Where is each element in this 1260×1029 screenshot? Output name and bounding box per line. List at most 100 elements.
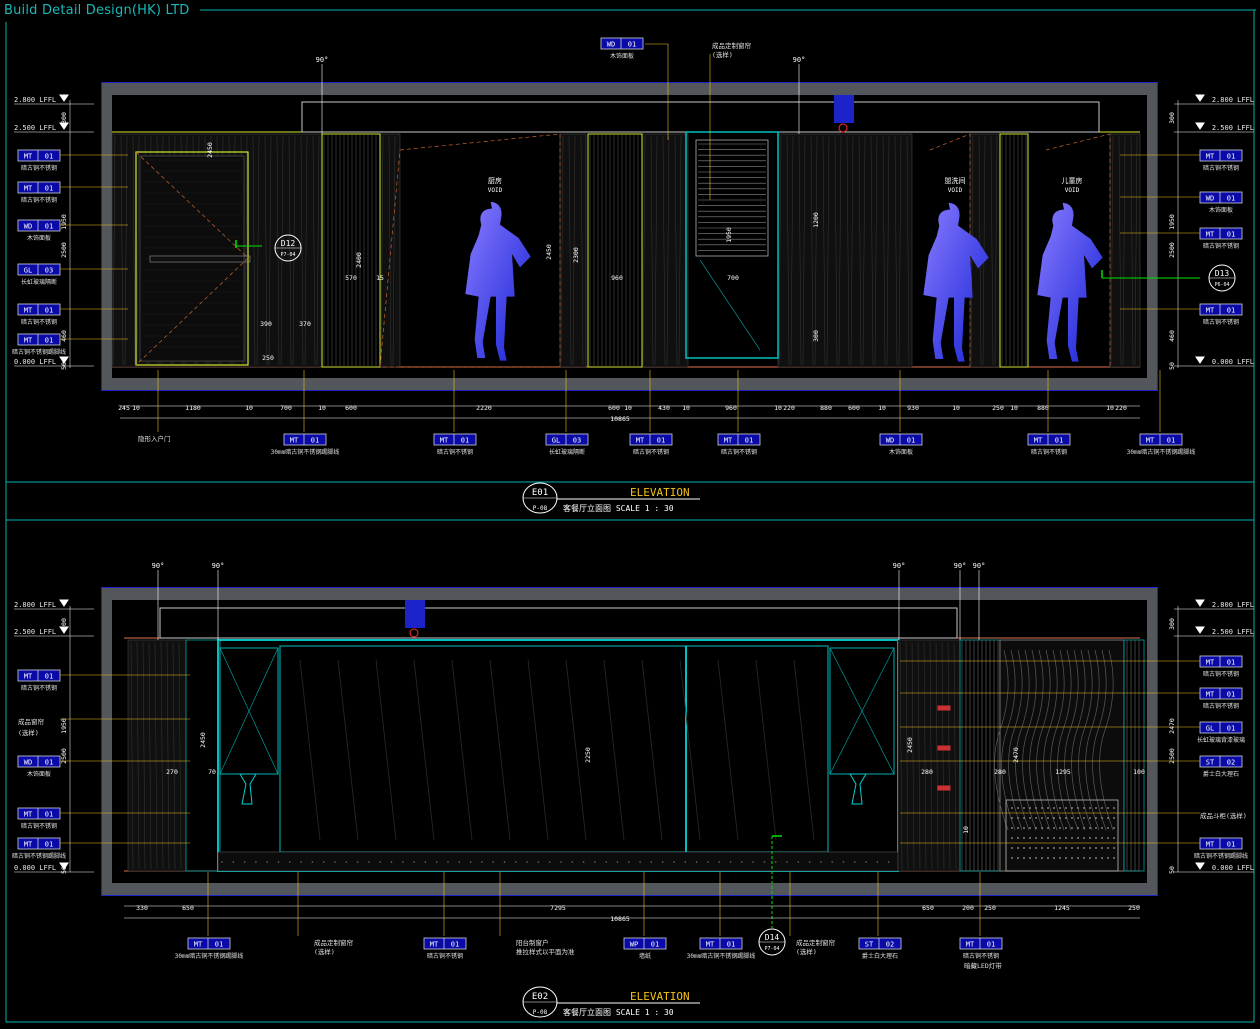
e2-cabinet-dot [1047, 827, 1049, 829]
tag-code: MT [1206, 231, 1215, 239]
level-triangle [1195, 94, 1205, 102]
e2-bottom-tag: 推拉样式以平面为准 [516, 947, 575, 956]
tag-number: 01 [907, 437, 915, 445]
e2-sill-dot [537, 861, 540, 863]
e2-cabinet-dot [1053, 827, 1055, 829]
e2-section-id: D14 [765, 933, 780, 942]
e1-interior-dim: 2300 [572, 247, 580, 263]
e2-cabinet-dot [1107, 837, 1109, 839]
e2-bottom-tag: (选样) [314, 947, 335, 956]
tag-code: MT [1206, 307, 1215, 315]
e2-cabinet-dot [1023, 837, 1025, 839]
e1-bottom-dim: 10 [1106, 404, 1114, 412]
e2-sill-dot [424, 861, 427, 863]
e2-sill-dot [243, 861, 246, 863]
tag-code: MT [706, 941, 715, 949]
tag-label: 墙纸 [639, 952, 651, 960]
e2-cabinet-dot [1023, 817, 1025, 819]
e2-sill-dot [820, 861, 822, 863]
e2-vdim-left: 1950 [60, 718, 68, 734]
e2-cabinet-dot [1095, 827, 1097, 829]
level-text: 2.800 LFFL [14, 96, 56, 104]
e2-vdim-right: 2470 [1168, 718, 1176, 734]
level-text: 2.500 LFFL [1212, 124, 1254, 132]
e1-tag-left: MT 01 暗古铜不锈钢 [17, 303, 61, 326]
tag-number: 01 [215, 941, 223, 949]
e2-cabinet-dot [1113, 827, 1115, 829]
e1-bottom-dim: 2220 [476, 404, 492, 412]
e2-cabinet-dot [1077, 847, 1079, 849]
e2-sill-dot [277, 861, 280, 863]
e2-section-ref: P7-04 [764, 946, 779, 952]
e2-cabinet-dot [1047, 837, 1049, 839]
tag-label: 暗古铜不锈钢 [1203, 242, 1239, 250]
e2-angle-text: 90° [954, 562, 967, 570]
e1-section-id: D12 [281, 239, 296, 248]
tag-number: 01 [657, 437, 665, 445]
e2-wood-panel [127, 639, 187, 872]
e2-sill-dot [797, 861, 800, 863]
level-marker: 0.000 LFFL [1174, 862, 1254, 873]
e1-interior-dim: 1200 [812, 212, 820, 228]
e1-room-name: 厨房 [488, 176, 502, 185]
tag-label: 暗古铜不锈钢踢脚线 [12, 852, 66, 860]
e2-subtitle: 客餐厅立面图 SCALE 1 : 30 [563, 1007, 674, 1017]
level-triangle [1195, 122, 1205, 130]
tag-number: 01 [1227, 725, 1235, 733]
e1-room-name: 盥洗间 [945, 176, 966, 185]
e2-sill-dot [582, 861, 585, 863]
tag-label: 暗古铜不锈钢 [1031, 448, 1067, 456]
e2-cabinet-dot [1053, 807, 1055, 809]
e1-interior-dim: 300 [812, 330, 820, 342]
level-triangle [1195, 862, 1205, 870]
e2-angle-text: 90° [152, 562, 165, 570]
e1-void-label: VOID [948, 187, 963, 194]
e1-bulkhead [301, 101, 1100, 133]
e2-sill-dot [763, 861, 766, 863]
e1-void-label: VOID [488, 187, 503, 194]
e2-cabinet-dot [1029, 807, 1031, 809]
e1-interior-dim: 250 [262, 354, 274, 362]
e2-tag-left: WD 01 木饰面板 [17, 755, 61, 778]
tag-label: 暗古铜不锈钢 [21, 822, 57, 830]
e1-bottom-tag: 隐形入户门 [138, 434, 171, 443]
e1-opening-kitchen [379, 133, 561, 368]
e2-cabinet-dot [1017, 837, 1019, 839]
tag-number: 01 [1227, 691, 1235, 699]
e1-interior-dim: 2450 [206, 142, 214, 158]
e2-cabinet-dot [1041, 827, 1043, 829]
e1-right-slab [1147, 83, 1157, 390]
e2-sill-dot [774, 861, 777, 863]
e1-interior-dim: 2400 [355, 252, 363, 268]
e2-cabinet-dot [1011, 857, 1013, 859]
e2-total-dim: 10865 [610, 915, 630, 923]
e2-bottom-tag: MT 01 30mm暗古铜不锈钢踢脚线 [175, 937, 243, 960]
e2-cabinet-dot [1101, 837, 1103, 839]
tag-code: MT [24, 673, 33, 681]
e2-cabinet-dot [1113, 807, 1115, 809]
e2-interior-dim: 280 [921, 768, 933, 776]
e2-cabinet-dot [1041, 817, 1043, 819]
e2-cabinet-dot [1089, 857, 1091, 859]
e2-tag-right: 成品斗柜(选样) [1200, 811, 1247, 820]
e1-tag-left: GL 03 长虹玻璃隔断 [17, 263, 61, 286]
e2-glass-reflection [413, 659, 435, 841]
e2-sill-dot [854, 861, 856, 863]
tag-code: MT [1206, 841, 1215, 849]
e2-cabinet-dot [1065, 857, 1067, 859]
tag-code: MT [1206, 153, 1215, 161]
e1-bottom-dim: 1180 [185, 404, 201, 412]
level-marker: 0.000 LFFL [14, 356, 94, 367]
e2-glass-reflection [375, 659, 397, 841]
e2-cabinet-dot [1113, 837, 1115, 839]
e2-cabinet-dot [1017, 817, 1019, 819]
tag-label: 长虹玻璃隔断 [21, 278, 57, 286]
e1-interior-dim: 1950 [725, 227, 733, 243]
e2-glass-reflection [565, 659, 587, 841]
e1-vdim-right: 50 [1168, 362, 1176, 370]
e2-cabinet-dot [1077, 857, 1079, 859]
tag-code: MT [440, 437, 449, 445]
tag-label: 木饰面板 [27, 234, 51, 242]
tag-number: 03 [573, 437, 581, 445]
e2-sill-dot [639, 861, 641, 863]
